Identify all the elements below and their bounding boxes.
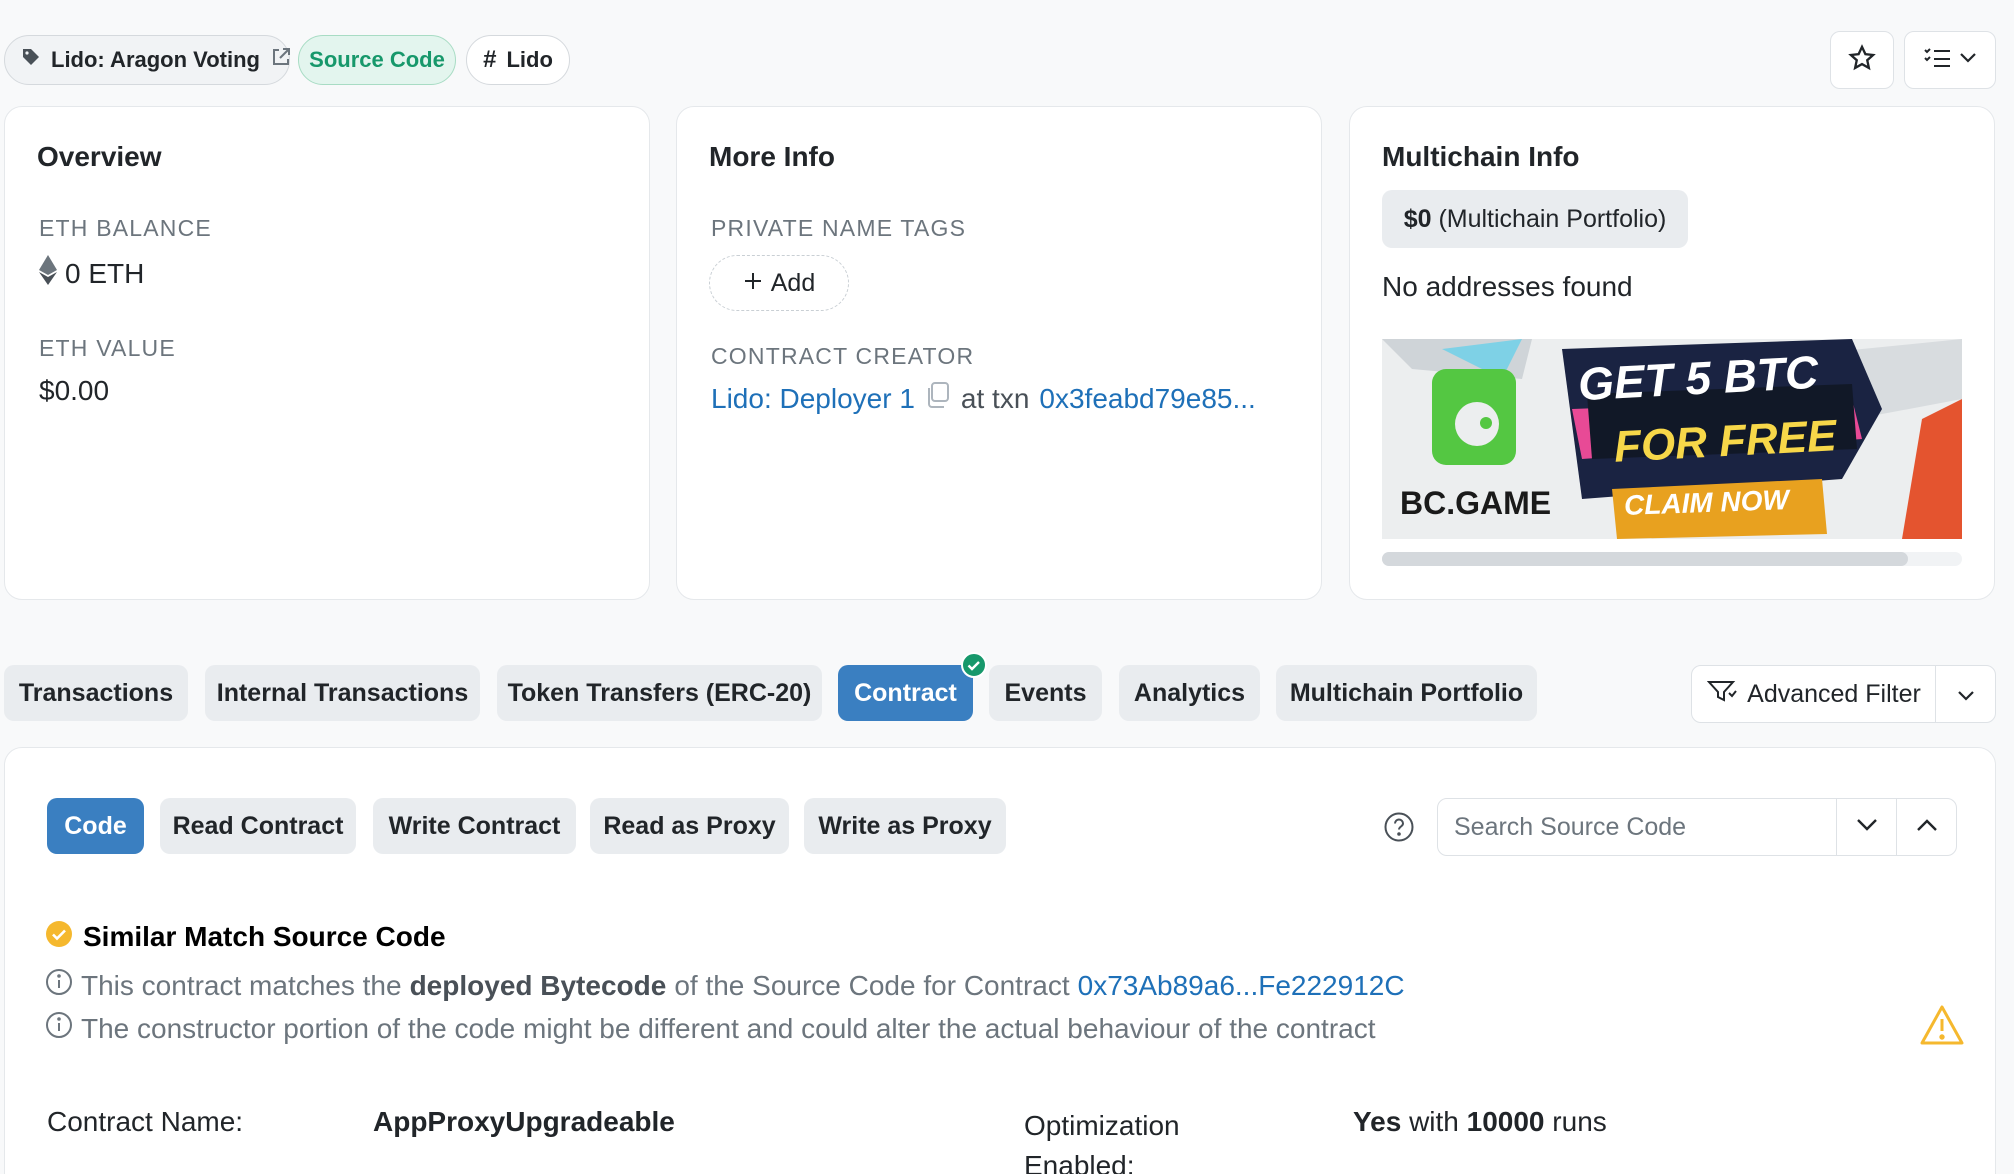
txn-hash-link[interactable]: 0x3feabd79e85... — [1039, 383, 1255, 415]
portfolio-text: (Multichain Portfolio) — [1438, 204, 1667, 233]
advanced-filter-dropdown[interactable] — [1935, 665, 1996, 723]
search-next-button[interactable] — [1836, 799, 1896, 855]
chevron-down-icon — [1957, 680, 1975, 709]
contract-name-label: Contract Name: — [47, 1106, 244, 1137]
tag-icon — [21, 47, 41, 73]
private-name-tags-label: PRIVATE NAME TAGS — [711, 215, 967, 241]
ad-brand: BC.GAME — [1400, 485, 1552, 521]
no-addresses-text: No addresses found — [1382, 271, 1633, 302]
matched-contract-link[interactable]: 0x73Ab89a6...Fe222912C — [1078, 970, 1405, 1002]
copy-icon[interactable] — [925, 381, 951, 416]
tab-analytics[interactable]: Analytics — [1119, 665, 1260, 721]
ad-banner[interactable]: BC.GAME GET 5 BTC FOR FREE CLAIM NOW — [1382, 339, 1962, 539]
creator-link[interactable]: Lido: Deployer 1 — [711, 383, 915, 415]
checklist-icon — [1923, 46, 1953, 75]
plus-icon — [743, 269, 763, 298]
warning-icon — [1919, 1004, 1965, 1051]
subtab-read-contract[interactable]: Read Contract — [160, 798, 356, 854]
more-info-card: More Info PRIVATE NAME TAGS Add CONTRACT… — [676, 106, 1322, 600]
eth-balance-value: 0 ETH — [39, 255, 144, 292]
search-source-code-input[interactable] — [1438, 799, 1836, 855]
contract-creator-label: CONTRACT CREATOR — [711, 343, 975, 369]
advanced-filter-label: Advanced Filter — [1747, 679, 1921, 708]
subtab-write-as-proxy[interactable]: Write as Proxy — [804, 798, 1006, 854]
overview-title: Overview — [37, 141, 162, 172]
tab-transactions[interactable]: Transactions — [4, 665, 188, 721]
overview-card: Overview ETH BALANCE 0 ETH ETH VALUE $0.… — [4, 106, 650, 600]
list-options-button[interactable] — [1904, 31, 1996, 89]
hash-tag-label: Lido — [506, 47, 553, 72]
source-code-pill[interactable]: Source Code — [298, 35, 456, 85]
filter-icon — [1706, 679, 1737, 710]
chevron-down-icon — [1959, 51, 1977, 69]
advanced-filter-button[interactable]: Advanced Filter — [1691, 665, 1937, 723]
portfolio-amount: $0 — [1403, 204, 1432, 233]
tab-events[interactable]: Events — [989, 665, 1102, 721]
name-tag-label: Lido: Aragon Voting — [51, 47, 260, 72]
subtab-write-contract[interactable]: Write Contract — [373, 798, 576, 854]
info-icon — [45, 968, 73, 1003]
more-info-title: More Info — [709, 141, 835, 172]
star-icon — [1848, 43, 1876, 77]
search-source-code-box — [1437, 798, 1957, 856]
contract-name-value: AppProxyUpgradeable — [373, 1106, 675, 1137]
chevron-down-icon — [1856, 818, 1878, 837]
eth-balance-label: ETH BALANCE — [39, 215, 212, 241]
similar-match-heading: Similar Match Source Code — [45, 920, 446, 953]
info-icon — [45, 1011, 73, 1046]
chevron-up-icon — [1916, 818, 1938, 837]
optimization-value: Yes with 10000 runs — [1353, 1106, 1607, 1137]
help-icon[interactable] — [1383, 811, 1415, 848]
tab-token-transfers[interactable]: Token Transfers (ERC-20) — [497, 665, 822, 721]
external-link-icon[interactable] — [270, 46, 292, 74]
ad-scrollbar[interactable] — [1382, 552, 1962, 566]
ethereum-icon — [39, 255, 57, 292]
multichain-portfolio-button[interactable]: $0 (Multichain Portfolio) — [1382, 190, 1688, 248]
eth-value-value: $0.00 — [39, 375, 110, 406]
subtab-read-as-proxy[interactable]: Read as Proxy — [590, 798, 789, 854]
tab-contract[interactable]: Contract — [838, 665, 973, 721]
search-prev-button[interactable] — [1896, 799, 1956, 855]
check-circle-icon — [45, 920, 73, 953]
tab-internal-transactions[interactable]: Internal Transactions — [205, 665, 480, 721]
eth-value-label: ETH VALUE — [39, 335, 176, 361]
ad-cta: CLAIM NOW — [1623, 484, 1790, 521]
tab-multichain-portfolio[interactable]: Multichain Portfolio — [1276, 665, 1537, 721]
constructor-info-line: The constructor portion of the code migh… — [45, 1011, 1376, 1046]
favorite-button[interactable] — [1830, 31, 1894, 89]
subtab-code[interactable]: Code — [47, 798, 144, 854]
optimization-label: Optimization Enabled: — [1024, 1110, 1180, 1174]
ad-scrollbar-thumb[interactable] — [1382, 552, 1908, 566]
similar-match-title: Similar Match Source Code — [83, 920, 446, 952]
multichain-card: Multichain Info $0 (Multichain Portfolio… — [1349, 106, 1995, 600]
hash-tag-pill[interactable]: # Lido — [466, 35, 570, 85]
match-info-line: This contract matches the deployed Bytec… — [45, 968, 1405, 1003]
verified-check-icon — [961, 652, 987, 683]
contract-creator-row: Lido: Deployer 1 at txn 0x3feabd79e85... — [711, 381, 1256, 416]
multichain-title: Multichain Info — [1382, 141, 1580, 172]
contract-panel: Code Read Contract Write Contract Read a… — [4, 747, 1996, 1174]
source-code-label: Source Code — [309, 47, 445, 72]
name-tag-pill[interactable]: Lido: Aragon Voting — [4, 35, 290, 85]
add-label: Add — [770, 268, 816, 297]
at-txn-label: at txn — [960, 382, 1030, 414]
hash-icon: # — [483, 46, 497, 73]
add-name-tag-button[interactable]: Add — [709, 255, 849, 311]
